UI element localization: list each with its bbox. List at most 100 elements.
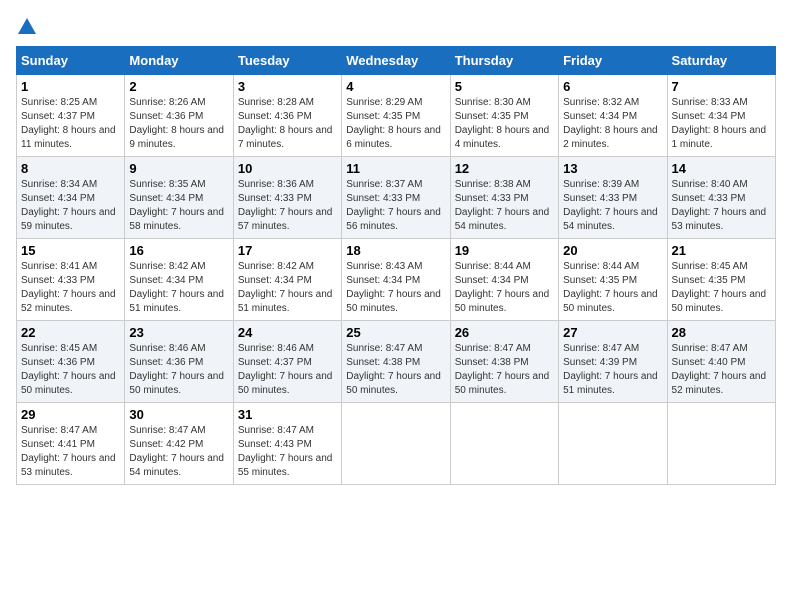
calendar-cell: 31 Sunrise: 8:47 AM Sunset: 4:43 PM Dayl… <box>233 403 341 485</box>
day-info: Sunrise: 8:47 AM Sunset: 4:38 PM Dayligh… <box>455 342 554 398</box>
calendar-cell: 18 Sunrise: 8:43 AM Sunset: 4:34 PM Dayl… <box>342 239 450 321</box>
calendar-cell: 9 Sunrise: 8:35 AM Sunset: 4:34 PM Dayli… <box>125 157 233 239</box>
day-info: Sunrise: 8:25 AM Sunset: 4:37 PM Dayligh… <box>21 96 120 152</box>
calendar-cell: 23 Sunrise: 8:46 AM Sunset: 4:36 PM Dayl… <box>125 321 233 403</box>
calendar-cell: 6 Sunrise: 8:32 AM Sunset: 4:34 PM Dayli… <box>559 75 667 157</box>
day-info: Sunrise: 8:32 AM Sunset: 4:34 PM Dayligh… <box>563 96 662 152</box>
day-number: 3 <box>238 79 337 94</box>
day-number: 6 <box>563 79 662 94</box>
day-info: Sunrise: 8:28 AM Sunset: 4:36 PM Dayligh… <box>238 96 337 152</box>
calendar-cell <box>559 403 667 485</box>
day-info: Sunrise: 8:45 AM Sunset: 4:35 PM Dayligh… <box>672 260 771 316</box>
day-info: Sunrise: 8:45 AM Sunset: 4:36 PM Dayligh… <box>21 342 120 398</box>
calendar-cell: 2 Sunrise: 8:26 AM Sunset: 4:36 PM Dayli… <box>125 75 233 157</box>
day-number: 8 <box>21 161 120 176</box>
day-info: Sunrise: 8:39 AM Sunset: 4:33 PM Dayligh… <box>563 178 662 234</box>
day-number: 5 <box>455 79 554 94</box>
calendar-cell: 5 Sunrise: 8:30 AM Sunset: 4:35 PM Dayli… <box>450 75 558 157</box>
calendar-cell: 3 Sunrise: 8:28 AM Sunset: 4:36 PM Dayli… <box>233 75 341 157</box>
day-info: Sunrise: 8:47 AM Sunset: 4:43 PM Dayligh… <box>238 424 337 480</box>
weekday-header-monday: Monday <box>125 47 233 75</box>
day-number: 9 <box>129 161 228 176</box>
day-number: 23 <box>129 325 228 340</box>
calendar-cell: 14 Sunrise: 8:40 AM Sunset: 4:33 PM Dayl… <box>667 157 775 239</box>
day-number: 4 <box>346 79 445 94</box>
day-info: Sunrise: 8:30 AM Sunset: 4:35 PM Dayligh… <box>455 96 554 152</box>
day-info: Sunrise: 8:26 AM Sunset: 4:36 PM Dayligh… <box>129 96 228 152</box>
calendar-cell <box>342 403 450 485</box>
day-info: Sunrise: 8:47 AM Sunset: 4:38 PM Dayligh… <box>346 342 445 398</box>
day-number: 21 <box>672 243 771 258</box>
logo-icon <box>16 16 38 38</box>
calendar-cell: 4 Sunrise: 8:29 AM Sunset: 4:35 PM Dayli… <box>342 75 450 157</box>
day-number: 2 <box>129 79 228 94</box>
day-info: Sunrise: 8:44 AM Sunset: 4:35 PM Dayligh… <box>563 260 662 316</box>
day-number: 17 <box>238 243 337 258</box>
calendar-cell: 16 Sunrise: 8:42 AM Sunset: 4:34 PM Dayl… <box>125 239 233 321</box>
calendar-cell: 29 Sunrise: 8:47 AM Sunset: 4:41 PM Dayl… <box>17 403 125 485</box>
day-number: 16 <box>129 243 228 258</box>
calendar-cell: 22 Sunrise: 8:45 AM Sunset: 4:36 PM Dayl… <box>17 321 125 403</box>
calendar-cell: 1 Sunrise: 8:25 AM Sunset: 4:37 PM Dayli… <box>17 75 125 157</box>
day-info: Sunrise: 8:40 AM Sunset: 4:33 PM Dayligh… <box>672 178 771 234</box>
calendar-week-row: 8 Sunrise: 8:34 AM Sunset: 4:34 PM Dayli… <box>17 157 776 239</box>
day-info: Sunrise: 8:43 AM Sunset: 4:34 PM Dayligh… <box>346 260 445 316</box>
weekday-header-sunday: Sunday <box>17 47 125 75</box>
day-number: 26 <box>455 325 554 340</box>
day-info: Sunrise: 8:42 AM Sunset: 4:34 PM Dayligh… <box>129 260 228 316</box>
calendar-cell: 25 Sunrise: 8:47 AM Sunset: 4:38 PM Dayl… <box>342 321 450 403</box>
day-info: Sunrise: 8:41 AM Sunset: 4:33 PM Dayligh… <box>21 260 120 316</box>
calendar-cell <box>667 403 775 485</box>
calendar-cell: 30 Sunrise: 8:47 AM Sunset: 4:42 PM Dayl… <box>125 403 233 485</box>
calendar-cell: 20 Sunrise: 8:44 AM Sunset: 4:35 PM Dayl… <box>559 239 667 321</box>
calendar-cell: 26 Sunrise: 8:47 AM Sunset: 4:38 PM Dayl… <box>450 321 558 403</box>
day-info: Sunrise: 8:35 AM Sunset: 4:34 PM Dayligh… <box>129 178 228 234</box>
page-header <box>16 16 776 38</box>
day-info: Sunrise: 8:29 AM Sunset: 4:35 PM Dayligh… <box>346 96 445 152</box>
day-number: 1 <box>21 79 120 94</box>
day-info: Sunrise: 8:47 AM Sunset: 4:40 PM Dayligh… <box>672 342 771 398</box>
calendar-cell: 10 Sunrise: 8:36 AM Sunset: 4:33 PM Dayl… <box>233 157 341 239</box>
day-info: Sunrise: 8:44 AM Sunset: 4:34 PM Dayligh… <box>455 260 554 316</box>
calendar-cell: 19 Sunrise: 8:44 AM Sunset: 4:34 PM Dayl… <box>450 239 558 321</box>
day-info: Sunrise: 8:37 AM Sunset: 4:33 PM Dayligh… <box>346 178 445 234</box>
day-info: Sunrise: 8:46 AM Sunset: 4:37 PM Dayligh… <box>238 342 337 398</box>
day-info: Sunrise: 8:34 AM Sunset: 4:34 PM Dayligh… <box>21 178 120 234</box>
calendar-header-row: SundayMondayTuesdayWednesdayThursdayFrid… <box>17 47 776 75</box>
logo <box>16 16 38 38</box>
weekday-header-friday: Friday <box>559 47 667 75</box>
day-info: Sunrise: 8:47 AM Sunset: 4:42 PM Dayligh… <box>129 424 228 480</box>
calendar-cell: 21 Sunrise: 8:45 AM Sunset: 4:35 PM Dayl… <box>667 239 775 321</box>
day-number: 15 <box>21 243 120 258</box>
day-number: 10 <box>238 161 337 176</box>
day-number: 28 <box>672 325 771 340</box>
calendar-cell: 8 Sunrise: 8:34 AM Sunset: 4:34 PM Dayli… <box>17 157 125 239</box>
calendar-cell: 28 Sunrise: 8:47 AM Sunset: 4:40 PM Dayl… <box>667 321 775 403</box>
day-number: 14 <box>672 161 771 176</box>
day-number: 20 <box>563 243 662 258</box>
day-number: 13 <box>563 161 662 176</box>
day-number: 27 <box>563 325 662 340</box>
calendar-week-row: 1 Sunrise: 8:25 AM Sunset: 4:37 PM Dayli… <box>17 75 776 157</box>
day-info: Sunrise: 8:42 AM Sunset: 4:34 PM Dayligh… <box>238 260 337 316</box>
calendar-week-row: 22 Sunrise: 8:45 AM Sunset: 4:36 PM Dayl… <box>17 321 776 403</box>
calendar-cell: 7 Sunrise: 8:33 AM Sunset: 4:34 PM Dayli… <box>667 75 775 157</box>
day-number: 19 <box>455 243 554 258</box>
day-info: Sunrise: 8:47 AM Sunset: 4:39 PM Dayligh… <box>563 342 662 398</box>
day-info: Sunrise: 8:38 AM Sunset: 4:33 PM Dayligh… <box>455 178 554 234</box>
calendar-table: SundayMondayTuesdayWednesdayThursdayFrid… <box>16 46 776 485</box>
day-number: 25 <box>346 325 445 340</box>
day-number: 29 <box>21 407 120 422</box>
calendar-cell: 27 Sunrise: 8:47 AM Sunset: 4:39 PM Dayl… <box>559 321 667 403</box>
calendar-cell: 13 Sunrise: 8:39 AM Sunset: 4:33 PM Dayl… <box>559 157 667 239</box>
weekday-header-wednesday: Wednesday <box>342 47 450 75</box>
day-number: 12 <box>455 161 554 176</box>
calendar-week-row: 15 Sunrise: 8:41 AM Sunset: 4:33 PM Dayl… <box>17 239 776 321</box>
day-info: Sunrise: 8:47 AM Sunset: 4:41 PM Dayligh… <box>21 424 120 480</box>
calendar-cell: 15 Sunrise: 8:41 AM Sunset: 4:33 PM Dayl… <box>17 239 125 321</box>
day-number: 24 <box>238 325 337 340</box>
weekday-header-saturday: Saturday <box>667 47 775 75</box>
day-number: 11 <box>346 161 445 176</box>
weekday-header-thursday: Thursday <box>450 47 558 75</box>
day-number: 30 <box>129 407 228 422</box>
